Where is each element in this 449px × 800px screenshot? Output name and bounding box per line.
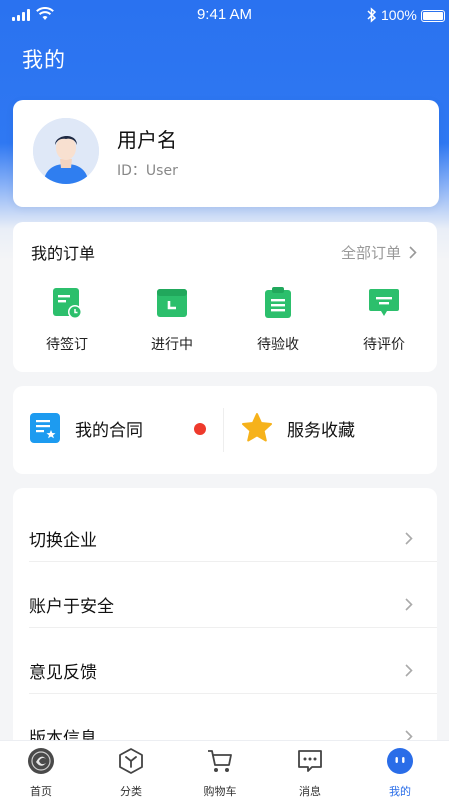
divider: [223, 408, 224, 452]
favorites-label: 服务收藏: [287, 420, 355, 441]
order-status-label: 待评价: [363, 337, 405, 353]
tab-label: 消息: [299, 785, 321, 798]
chevron-right-icon: [405, 532, 413, 545]
order-status-in-progress[interactable]: 进行中: [127, 286, 217, 354]
tab-category[interactable]: 分类: [96, 747, 166, 799]
tab-label: 首页: [30, 785, 52, 798]
order-status-to-review[interactable]: 待评价: [339, 286, 429, 354]
status-bar: 9:41 AM 100%: [0, 0, 449, 32]
chevron-right-icon: [405, 664, 413, 677]
order-status-to-accept[interactable]: 待验收: [233, 286, 323, 354]
tab-home[interactable]: 首页: [6, 747, 76, 799]
all-orders-label: 全部订单: [340, 244, 401, 262]
menu-item-account-security[interactable]: 账户于安全: [13, 562, 437, 628]
sign-doc-icon: [53, 288, 82, 319]
bluetooth-icon: [367, 7, 377, 23]
menu-item-label: 切换企业: [29, 531, 97, 551]
bottom-tab-bar: 首页 分类 购物车 消息 我的: [0, 740, 449, 800]
order-status-label: 进行中: [151, 337, 193, 353]
tab-profile[interactable]: 我的: [365, 747, 435, 799]
order-status-label: 待验收: [257, 337, 299, 353]
menu-item-switch-company[interactable]: 切换企业: [13, 496, 437, 562]
orders-title: 我的订单: [31, 244, 96, 263]
settings-menu: 切换企业 账户于安全 意见反馈 版本信息: [13, 488, 437, 758]
notification-dot: [194, 423, 206, 435]
all-orders-link[interactable]: 全部订单: [341, 242, 417, 263]
battery-icon: [421, 10, 445, 22]
my-contracts-label: 我的合同: [75, 420, 143, 441]
chevron-right-icon: [409, 246, 417, 259]
orders-card: 我的订单 全部订单 待签订 进行中 待验收 待评价: [13, 222, 437, 372]
shortcuts-card: 我的合同 服务收藏: [13, 386, 437, 474]
message-icon: [298, 750, 322, 772]
acceptance-clipboard-icon: [265, 287, 291, 318]
profile-card[interactable]: 用户名 ID：User: [13, 100, 439, 207]
user-id: ID：User: [117, 163, 178, 179]
my-contracts-button[interactable]: 我的合同: [29, 412, 143, 444]
profile-face-icon: [387, 748, 413, 774]
avatar-person-icon: [33, 118, 99, 184]
cart-icon: [208, 750, 232, 772]
tab-messages[interactable]: 消息: [275, 747, 345, 799]
tab-label: 分类: [120, 785, 142, 798]
tab-label: 我的: [389, 785, 411, 798]
review-chat-icon: [369, 289, 399, 316]
menu-item-label: 账户于安全: [29, 597, 114, 617]
avatar[interactable]: [33, 118, 99, 184]
tab-label: 购物车: [203, 785, 237, 798]
star-icon: [242, 413, 272, 442]
tab-cart[interactable]: 购物车: [185, 747, 255, 799]
battery-percent: 100%: [381, 7, 417, 23]
category-icon: [119, 748, 143, 774]
order-status-to-sign[interactable]: 待签订: [22, 286, 112, 354]
page-title: 我的: [22, 48, 66, 72]
order-status-label: 待签订: [46, 337, 88, 353]
menu-item-feedback[interactable]: 意见反馈: [13, 628, 437, 694]
menu-item-label: 意见反馈: [29, 663, 97, 683]
username: 用户名: [117, 128, 177, 152]
chevron-right-icon: [405, 598, 413, 611]
in-progress-icon: [157, 289, 187, 317]
contract-doc-icon: [30, 413, 60, 443]
home-logo-icon: [28, 748, 54, 774]
favorites-button[interactable]: 服务收藏: [241, 412, 355, 444]
